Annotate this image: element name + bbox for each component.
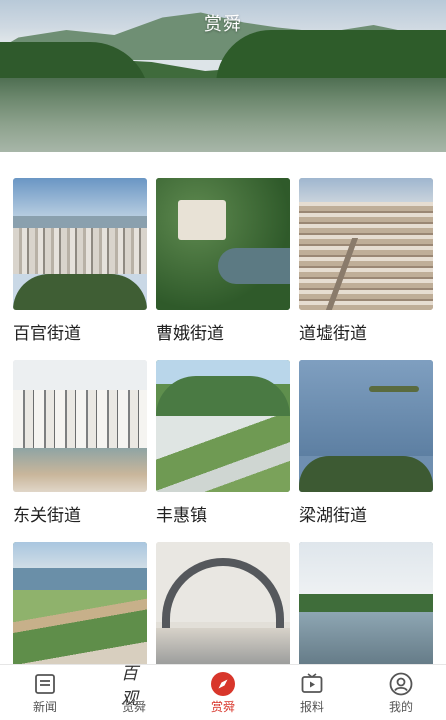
district-label: 丰惠镇 — [156, 506, 207, 526]
district-card-cao-e[interactable]: 曹娥街道 — [156, 178, 290, 360]
brand-calligraphy-icon: 百观 — [121, 664, 147, 709]
page-title: 赏舜 — [204, 14, 242, 35]
district-card-dongguan[interactable]: 东关街道 — [13, 360, 147, 542]
compass-icon — [210, 671, 236, 697]
tab-label: 我的 — [388, 700, 413, 714]
news-icon — [32, 671, 58, 697]
district-photo — [299, 360, 433, 492]
district-card-fenghui[interactable]: 丰惠镇 — [156, 360, 290, 542]
tab-appreciate[interactable]: 赏舜 — [192, 665, 254, 720]
bottom-tab-bar: 新闻 百观 览舜 赏舜 报料 我的 — [0, 664, 446, 720]
tab-report[interactable]: 报料 — [281, 665, 343, 720]
tab-news[interactable]: 新闻 — [14, 665, 76, 720]
tab-mine[interactable]: 我的 — [370, 665, 432, 720]
user-icon — [388, 671, 414, 697]
tab-browse[interactable]: 百观 览舜 — [103, 664, 165, 720]
district-photo — [13, 178, 147, 310]
tv-play-icon — [299, 671, 325, 697]
district-label: 百官街道 — [13, 324, 81, 344]
district-photo — [156, 178, 290, 310]
tab-label: 赏舜 — [210, 700, 235, 714]
district-photo — [156, 542, 290, 674]
district-grid: 百官街道 曹娥街道 道墟街道 东关街道 丰惠镇 梁湖街道 — [13, 178, 433, 720]
header-banner: 赏舜 — [0, 0, 446, 152]
district-label: 梁湖街道 — [299, 506, 367, 526]
tab-label: 新闻 — [32, 700, 57, 714]
district-photo — [13, 542, 147, 674]
district-card-lianghu[interactable]: 梁湖街道 — [299, 360, 433, 542]
district-photo — [299, 542, 433, 674]
banner-lake — [0, 78, 446, 152]
district-label: 曹娥街道 — [156, 324, 224, 344]
district-photo — [299, 178, 433, 310]
tab-label: 览舜 — [121, 700, 146, 714]
district-card-baiguan[interactable]: 百官街道 — [13, 178, 147, 360]
district-label: 道墟街道 — [299, 324, 367, 344]
tab-label: 报料 — [299, 700, 324, 714]
district-label: 东关街道 — [13, 506, 81, 526]
banner-right-hill — [216, 30, 446, 85]
district-photo — [156, 360, 290, 492]
district-card-daoxu[interactable]: 道墟街道 — [299, 178, 433, 360]
district-photo — [13, 360, 147, 492]
